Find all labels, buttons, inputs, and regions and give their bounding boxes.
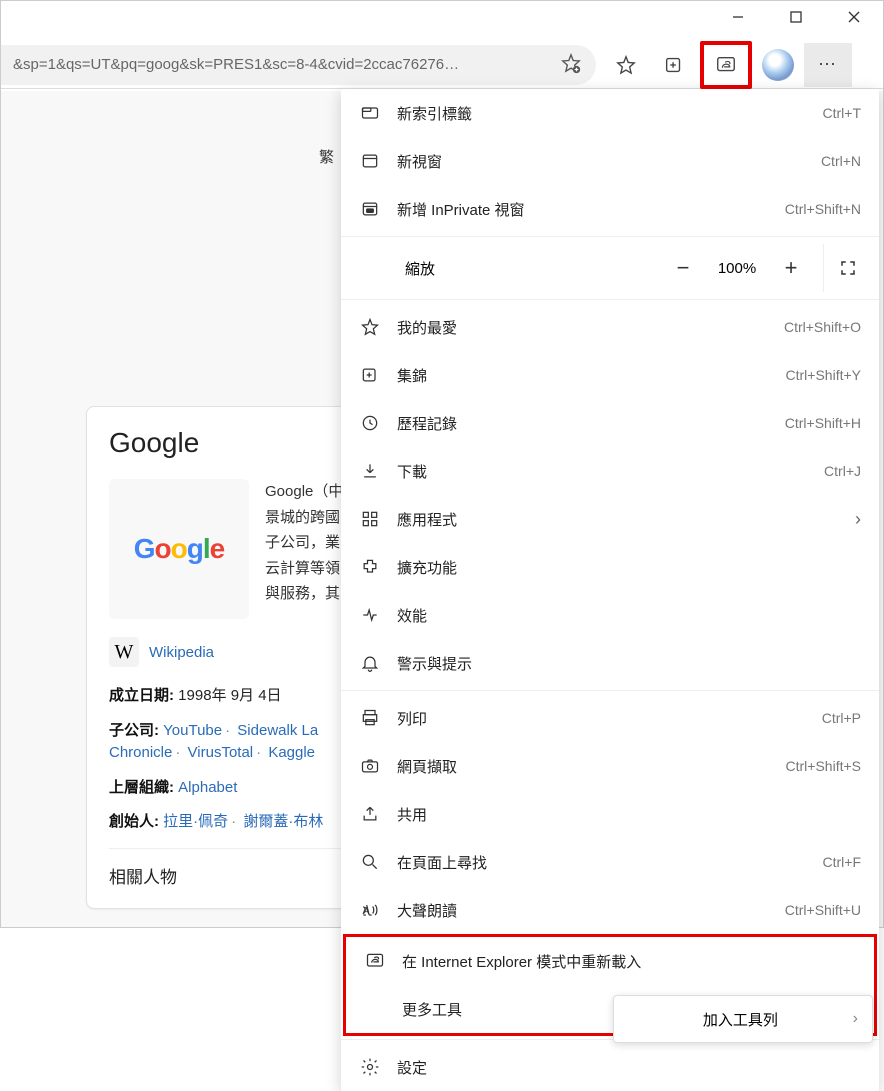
menu-favorites[interactable]: 我的最愛 Ctrl+Shift+O [341,303,879,351]
menu-performance[interactable]: 效能 [341,591,879,639]
menu-new-inprivate[interactable]: 新增 InPrivate 視窗 Ctrl+Shift+N [341,185,879,233]
language-label: 繁 [319,146,334,167]
menu-alerts[interactable]: 警示與提示 [341,639,879,687]
zoom-value: 100% [707,260,767,277]
maximize-button[interactable] [767,1,825,33]
menu-share[interactable]: 共用 [341,790,879,838]
ie-icon [364,950,386,972]
address-text: &sp=1&qs=UT&pq=goog&sk=PRES1&sc=8-4&cvid… [13,56,552,73]
submenu-pin-toolbar[interactable]: 加入工具列 › [613,995,873,1043]
star-icon [359,316,381,338]
ie-mode-icon[interactable] [704,45,748,85]
performance-icon [359,604,381,626]
profile-avatar[interactable] [762,49,794,81]
apps-icon [359,508,381,530]
app-menu-button[interactable]: ⋯ [804,43,852,87]
readaloud-icon: A [359,899,381,921]
window-icon [359,150,381,172]
collections-icon[interactable] [652,45,696,85]
minimize-button[interactable] [709,1,767,33]
camera-icon [359,755,381,777]
app-menu: 新索引標籤 Ctrl+T 新視窗 Ctrl+N 新增 InPrivate 視窗 … [341,89,879,1091]
menu-ie-mode[interactable]: 在 Internet Explorer 模式中重新載入 [346,937,874,985]
toolbar: &sp=1&qs=UT&pq=goog&sk=PRES1&sc=8-4&cvid… [1,41,883,89]
zoom-in-button[interactable]: + [767,244,815,292]
collections-icon [359,364,381,386]
menu-print[interactable]: 列印 Ctrl+P [341,694,879,742]
menu-settings[interactable]: 設定 [341,1043,879,1091]
menu-extensions[interactable]: 擴充功能 [341,543,879,591]
print-icon [359,707,381,729]
menu-downloads[interactable]: 下載 Ctrl+J [341,447,879,495]
svg-text:A: A [363,906,370,917]
menu-apps[interactable]: 應用程式 › [341,495,879,543]
chevron-right-icon: › [855,509,861,530]
extensions-icon [359,556,381,578]
fullscreen-button[interactable] [823,244,871,292]
download-icon [359,460,381,482]
wikipedia-icon: W [109,637,139,667]
menu-find[interactable]: 在頁面上尋找 Ctrl+F [341,838,879,886]
menu-capture[interactable]: 網頁擷取 Ctrl+Shift+S [341,742,879,790]
tab-icon [359,102,381,124]
google-logo: Google [109,479,249,619]
menu-history[interactable]: 歷程記錄 Ctrl+Shift+H [341,399,879,447]
inprivate-icon [359,198,381,220]
wikipedia-link[interactable]: Wikipedia [149,644,214,661]
menu-collections[interactable]: 集錦 Ctrl+Shift+Y [341,351,879,399]
chevron-right-icon: › [853,1010,858,1028]
close-button[interactable] [825,1,883,33]
bell-icon [359,652,381,674]
search-icon [359,851,381,873]
history-icon [359,412,381,434]
menu-new-window[interactable]: 新視窗 Ctrl+N [341,137,879,185]
menu-zoom: 縮放 − 100% + [341,240,879,296]
share-icon [359,803,381,825]
zoom-out-button[interactable]: − [659,244,707,292]
add-favorite-icon[interactable] [560,53,584,77]
menu-new-tab[interactable]: 新索引標籤 Ctrl+T [341,89,879,137]
ie-mode-toolbar-highlight [700,41,752,89]
menu-readaloud[interactable]: A 大聲朗讀 Ctrl+Shift+U [341,886,879,934]
address-bar[interactable]: &sp=1&qs=UT&pq=goog&sk=PRES1&sc=8-4&cvid… [1,45,596,85]
favorites-icon[interactable] [604,45,648,85]
gear-icon [359,1056,381,1078]
